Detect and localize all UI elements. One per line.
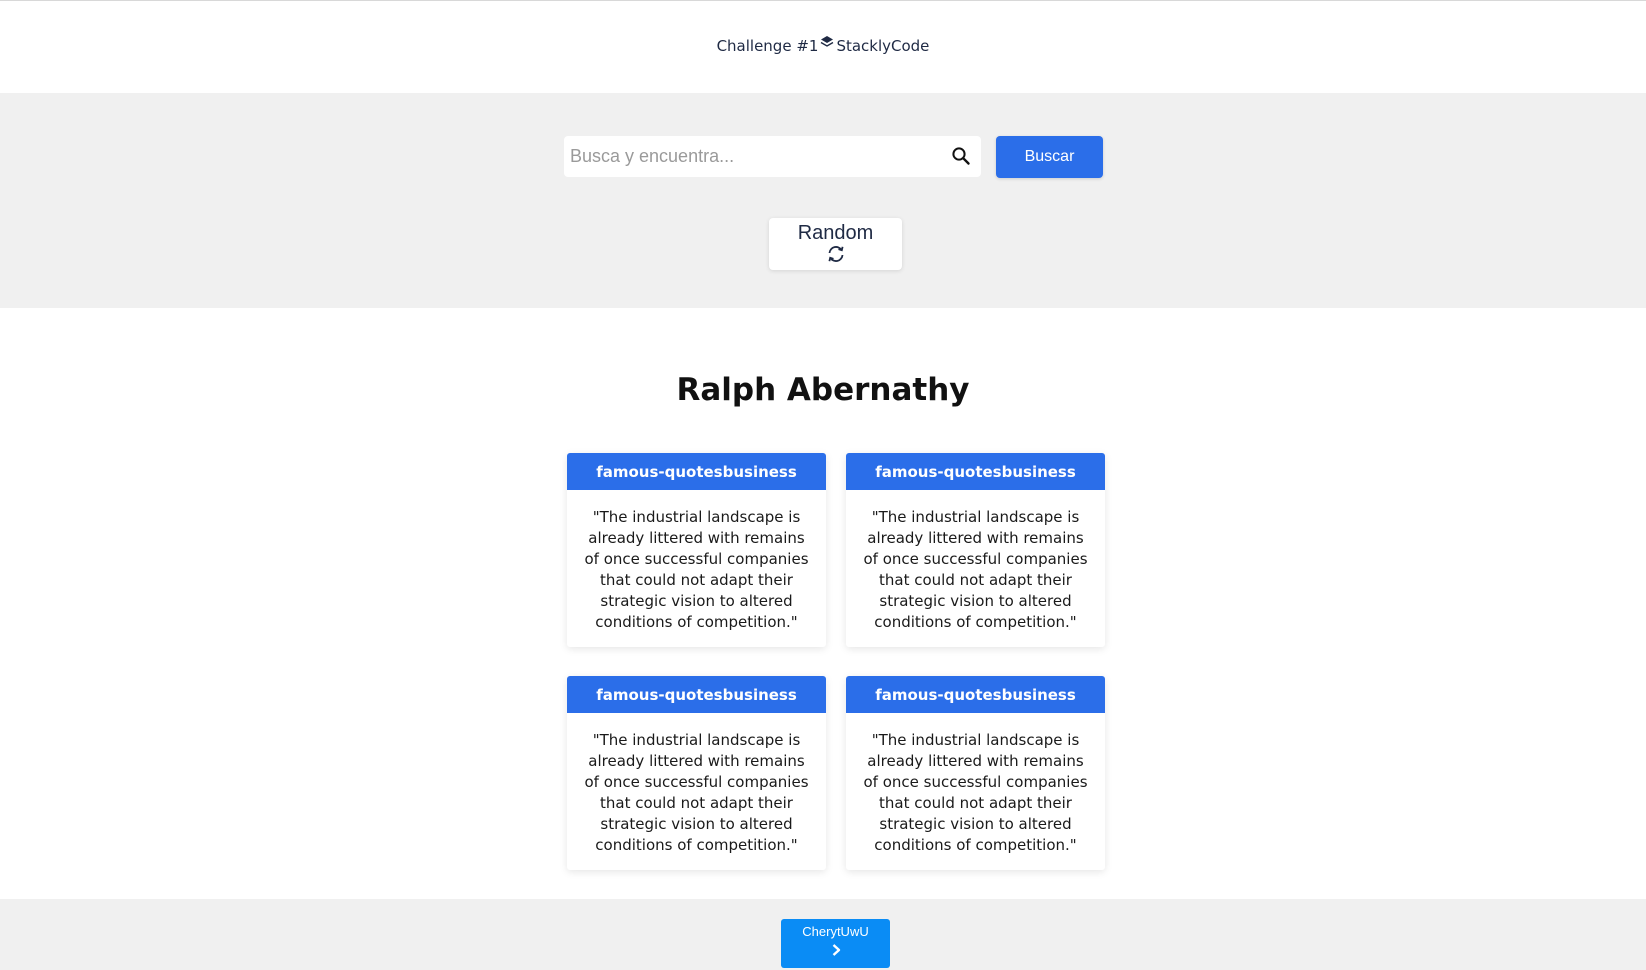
author-link-button[interactable]: CherytUwU	[781, 919, 890, 968]
site-footer: CherytUwU	[0, 899, 1646, 970]
search-icon[interactable]	[951, 146, 971, 166]
quote-card: famous-quotesbusiness "The industrial la…	[567, 676, 826, 870]
quote-card: famous-quotesbusiness "The industrial la…	[846, 453, 1105, 647]
random-label: Random	[797, 222, 874, 244]
quote-text: "The industrial landscape is already lit…	[863, 731, 1088, 854]
brand-link[interactable]: Challenge #1 StacklyCode	[716, 36, 930, 55]
search-input[interactable]	[564, 137, 934, 176]
random-button[interactable]: Random	[769, 218, 902, 270]
quote-card: famous-quotesbusiness "The industrial la…	[567, 453, 826, 647]
brand-name: StacklyCode	[836, 37, 930, 55]
quote-tag[interactable]: famous-quotesbusiness	[567, 453, 826, 490]
quote-text: "The industrial landscape is already lit…	[863, 508, 1088, 631]
refresh-icon	[828, 246, 843, 262]
quote-tag[interactable]: famous-quotesbusiness	[846, 676, 1105, 713]
search-section: Buscar Random	[0, 93, 1646, 308]
search-box	[564, 136, 981, 177]
author-name: Ralph Abernathy	[676, 372, 970, 408]
footer-button-label: CherytUwU	[802, 924, 869, 939]
brand-prefix: Challenge #1	[716, 37, 819, 55]
search-button[interactable]: Buscar	[996, 136, 1103, 178]
site-header: Challenge #1 StacklyCode	[0, 1, 1646, 93]
quote-card: famous-quotesbusiness "The industrial la…	[846, 676, 1105, 870]
quote-tag[interactable]: famous-quotesbusiness	[567, 676, 826, 713]
quote-text: "The industrial landscape is already lit…	[584, 731, 809, 854]
quote-text: "The industrial landscape is already lit…	[584, 508, 809, 631]
layers-icon	[821, 36, 834, 47]
chevron-right-icon	[832, 944, 840, 956]
main-content: Ralph Abernathy famous-quotesbusiness "T…	[0, 308, 1646, 899]
quote-tag[interactable]: famous-quotesbusiness	[846, 453, 1105, 490]
